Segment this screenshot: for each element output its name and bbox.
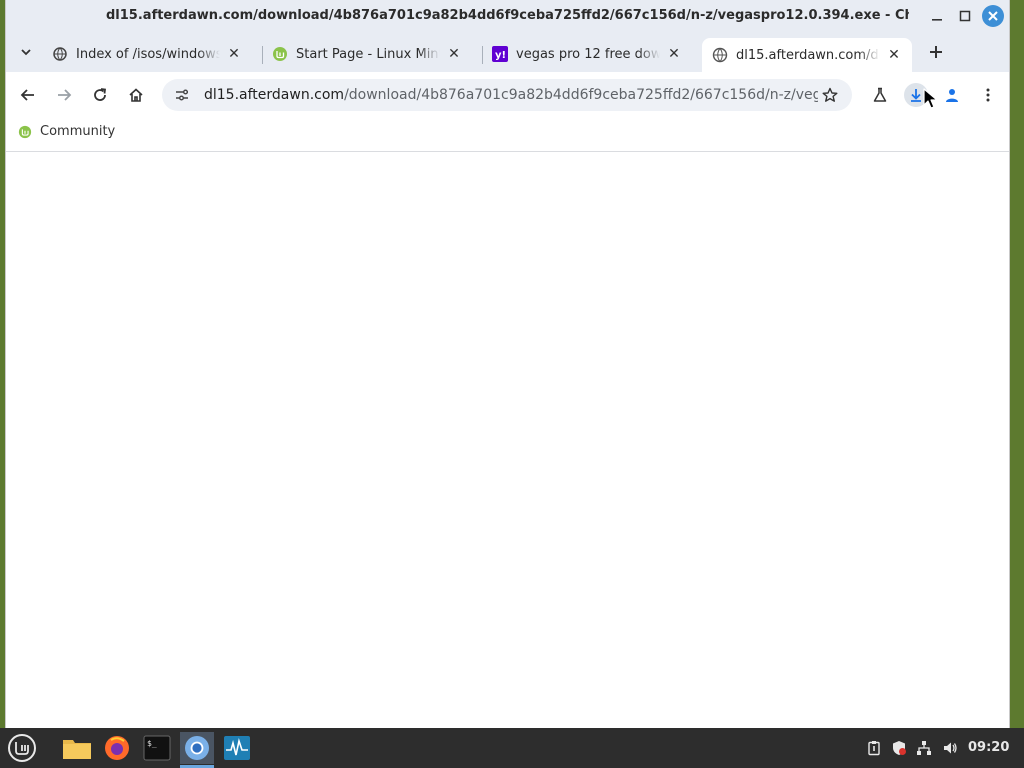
svg-text:$_: $_ xyxy=(147,739,157,748)
tab-strip: Index of /isos/windows/ ✕ Start Page - L… xyxy=(6,32,1009,72)
tab-label: Start Page - Linux Mint xyxy=(296,46,440,62)
terminal-icon: $_ xyxy=(143,735,171,761)
taskbar: $_ 09:20 xyxy=(0,728,1024,768)
tab-close-icon[interactable]: ✕ xyxy=(226,46,242,62)
volume-tray-icon[interactable] xyxy=(940,738,960,758)
tab-label: dl15.afterdawn.com/download xyxy=(736,47,880,63)
arrow-right-icon xyxy=(58,89,72,101)
yahoo-icon: y! xyxy=(492,46,508,62)
bookmark-label: Community xyxy=(40,124,116,139)
navigation-toolbar: dl15.afterdawn.com/download/4b876a701c9a… xyxy=(6,72,1009,118)
tab-start-page-linux-mint[interactable]: Start Page - Linux Mint ✕ xyxy=(262,38,472,70)
taskbar-chromium[interactable] xyxy=(180,732,214,768)
clock[interactable]: 09:20 xyxy=(968,740,1009,755)
flask-icon xyxy=(873,87,887,102)
plus-icon xyxy=(930,46,942,58)
chevron-down-icon xyxy=(21,49,31,56)
home-button[interactable] xyxy=(124,83,148,107)
close-window-button[interactable] xyxy=(982,5,1004,27)
window-title: dl15.afterdawn.com/download/4b876a701c9a… xyxy=(106,8,909,23)
kebab-menu-icon xyxy=(986,88,990,102)
page-content[interactable] xyxy=(6,153,1009,728)
tab-label: Index of /isos/windows/ xyxy=(76,46,220,62)
home-icon xyxy=(129,88,143,102)
tab-label: vegas pro 12 free download xyxy=(516,46,660,62)
browser-window: dl15.afterdawn.com/download/4b876a701c9a… xyxy=(5,0,1010,728)
mouse-cursor-icon xyxy=(923,88,938,109)
globe-icon xyxy=(712,47,728,63)
tab-close-icon[interactable]: ✕ xyxy=(886,47,902,63)
new-tab-button[interactable] xyxy=(924,40,948,64)
arrow-left-icon xyxy=(20,89,34,101)
folder-icon xyxy=(63,740,91,759)
forward-button[interactable] xyxy=(52,83,76,107)
start-menu-button[interactable] xyxy=(4,732,40,764)
shield-tray-icon[interactable] xyxy=(889,738,909,758)
network-tray-icon[interactable] xyxy=(914,738,934,758)
taskbar-files[interactable] xyxy=(60,732,94,764)
menu-button[interactable] xyxy=(976,83,1000,107)
tab-index-of-isos[interactable]: Index of /isos/windows/ ✕ xyxy=(42,38,252,70)
labs-button[interactable] xyxy=(868,83,892,107)
bookmark-community[interactable]: Community xyxy=(18,124,115,139)
back-button[interactable] xyxy=(16,83,40,107)
linux-mint-menu-icon xyxy=(8,734,36,762)
person-icon xyxy=(946,89,958,102)
bookmark-star-icon[interactable] xyxy=(818,83,842,107)
bookmarks-bar: Community xyxy=(6,118,1009,152)
reload-button[interactable] xyxy=(88,83,112,107)
linux-mint-icon xyxy=(18,125,32,139)
taskbar-system-monitor[interactable] xyxy=(220,732,254,764)
minimize-button[interactable] xyxy=(927,6,947,26)
tab-close-icon[interactable]: ✕ xyxy=(666,46,682,62)
title-bar[interactable]: dl15.afterdawn.com/download/4b876a701c9a… xyxy=(6,0,1009,32)
taskbar-firefox[interactable] xyxy=(100,732,134,764)
firefox-icon xyxy=(105,736,129,760)
chromium-icon xyxy=(185,736,209,760)
folder-globe-icon xyxy=(52,46,68,62)
system-monitor-icon xyxy=(224,736,250,760)
site-info-icon[interactable] xyxy=(170,83,194,107)
tab-afterdawn-download[interactable]: dl15.afterdawn.com/download ✕ xyxy=(702,38,912,72)
linux-mint-icon xyxy=(272,46,288,62)
url-path: /download/4b876a701c9a82b4dd6f9ceba725ff… xyxy=(344,87,818,103)
url-text[interactable]: dl15.afterdawn.com/download/4b876a701c9a… xyxy=(204,87,818,103)
svg-text:y!: y! xyxy=(495,50,506,61)
tab-search-button[interactable] xyxy=(14,40,38,64)
tab-close-icon[interactable]: ✕ xyxy=(446,46,462,62)
taskbar-terminal[interactable]: $_ xyxy=(140,732,174,764)
maximize-button[interactable] xyxy=(955,6,975,26)
profile-button[interactable] xyxy=(940,83,964,107)
download-icon xyxy=(911,89,921,102)
tab-vegas-pro-search[interactable]: y! vegas pro 12 free download ✕ xyxy=(482,38,692,70)
clipboard-tray-icon[interactable] xyxy=(864,738,884,758)
address-bar[interactable]: dl15.afterdawn.com/download/4b876a701c9a… xyxy=(162,79,852,111)
url-host: dl15.afterdawn.com xyxy=(204,87,345,103)
reload-icon xyxy=(94,88,107,101)
